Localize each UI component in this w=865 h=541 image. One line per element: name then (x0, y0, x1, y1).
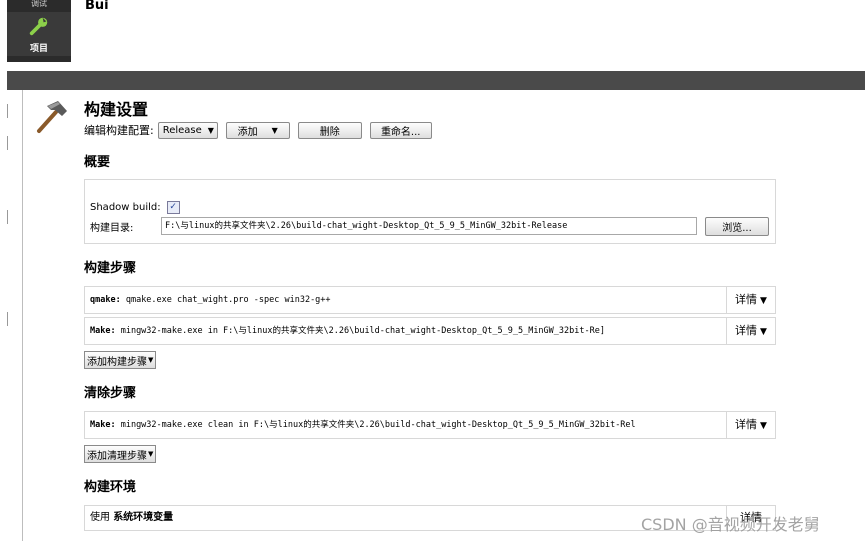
step-name: Make: (90, 326, 116, 336)
env-use-label: 使用 (90, 512, 110, 523)
browse-button[interactable]: 浏览... (705, 217, 769, 236)
build-dir-input[interactable]: F:\与linux的共享文件夹\2.26\build-chat_wight-De… (161, 217, 697, 235)
config-value: Release (162, 124, 202, 136)
details-label: 详情 (735, 293, 758, 306)
gutter-tick (7, 210, 8, 224)
step-command: mingw32-make.exe in F:\与linux的共享文件夹\2.26… (115, 326, 605, 336)
summary-title: 概要 (84, 155, 111, 170)
step-summary: Make: mingw32-make.exe clean in F:\与linu… (90, 412, 635, 438)
env-summary: 使用 系统环境变量 (90, 506, 173, 530)
step-summary: Make: mingw32-make.exe in F:\与linux的共享文件… (90, 318, 635, 344)
details-button[interactable]: 详情 ▼ (726, 412, 775, 438)
mode-projects-label: 项目 (29, 44, 48, 54)
add-config-label: 添加 (237, 126, 258, 138)
add-config-button[interactable]: 添加 ▼ (225, 121, 290, 139)
add-clean-step-label: 添加清理步骤 (87, 450, 147, 462)
mode-debug-label[interactable]: 调试 (7, 0, 71, 10)
clean-step-make: Make: mingw32-make.exe clean in F:\与linu… (84, 411, 776, 439)
step-summary: qmake: qmake.exe chat_wight.pro -spec wi… (90, 287, 635, 313)
wrench-icon (29, 17, 48, 36)
top-title-fragment: Bui (85, 0, 109, 10)
hammer-icon (37, 101, 67, 133)
add-build-step-button[interactable]: 添加构建步骤 ▼ (84, 351, 157, 369)
build-step-qmake: qmake: qmake.exe chat_wight.pro -spec wi… (84, 286, 776, 314)
build-steps-title: 构建步骤 (84, 261, 137, 276)
chevron-down-icon: ▼ (148, 450, 154, 458)
mode-projects-button[interactable]: 项目 (7, 12, 71, 56)
details-label: 详情 (735, 324, 758, 337)
chevron-down-icon: ▼ (760, 296, 767, 306)
config-row: 编辑构建配置: Release ▼ 添加 ▼ 删除 重命名... (84, 121, 440, 139)
gutter-tick (7, 104, 8, 118)
target-selector-bar[interactable] (7, 71, 865, 90)
build-step-make: Make: mingw32-make.exe in F:\与linux的共享文件… (84, 317, 776, 345)
gutter-tick (7, 136, 8, 150)
shadow-build-checkbox[interactable]: ✓ (166, 201, 180, 214)
shadow-build-row: Shadow build: ✓ (90, 201, 180, 214)
rename-config-button[interactable]: 重命名... (369, 121, 432, 139)
gutter-tick (7, 312, 8, 326)
delete-config-button[interactable]: 删除 (297, 121, 362, 139)
left-divider (22, 90, 23, 541)
add-build-step-label: 添加构建步骤 (87, 356, 147, 368)
config-label: 编辑构建配置: (84, 124, 154, 137)
chevron-down-icon: ▼ (760, 327, 767, 337)
env-name: 系统环境变量 (113, 512, 174, 523)
step-name: Make: (90, 420, 116, 430)
details-button[interactable]: 详情 ▼ (726, 318, 775, 344)
build-env-title: 构建环境 (84, 480, 137, 495)
step-command: mingw32-make.exe clean in F:\与linux的共享文件… (115, 420, 635, 430)
clean-steps-title: 清除步骤 (84, 386, 137, 401)
summary-panel: Shadow build: ✓ 构建目录: F:\与linux的共享文件夹\2.… (84, 179, 776, 244)
build-dir-label: 构建目录: (90, 223, 134, 234)
chevron-down-icon: ▼ (148, 356, 154, 364)
shadow-build-label: Shadow build: (90, 202, 161, 213)
step-command: qmake.exe chat_wight.pro -spec win32-g++ (120, 295, 331, 305)
details-button[interactable]: 详情 ▼ (726, 287, 775, 313)
build-dir-row: 构建目录: (90, 219, 133, 234)
step-name: qmake: (90, 295, 121, 305)
chevron-down-icon: ▼ (271, 125, 278, 135)
chevron-down-icon: ▼ (760, 421, 767, 431)
mode-selector: 调试 项目 (7, 0, 71, 62)
details-label: 详情 (735, 418, 758, 431)
add-clean-step-button[interactable]: 添加清理步骤 ▼ (84, 445, 157, 463)
chevron-down-icon: ▼ (207, 125, 214, 135)
page-title: 构建设置 (84, 100, 149, 119)
config-select[interactable]: Release ▼ (157, 121, 218, 139)
watermark: CSDN @音视频开发老舅 (641, 515, 820, 534)
